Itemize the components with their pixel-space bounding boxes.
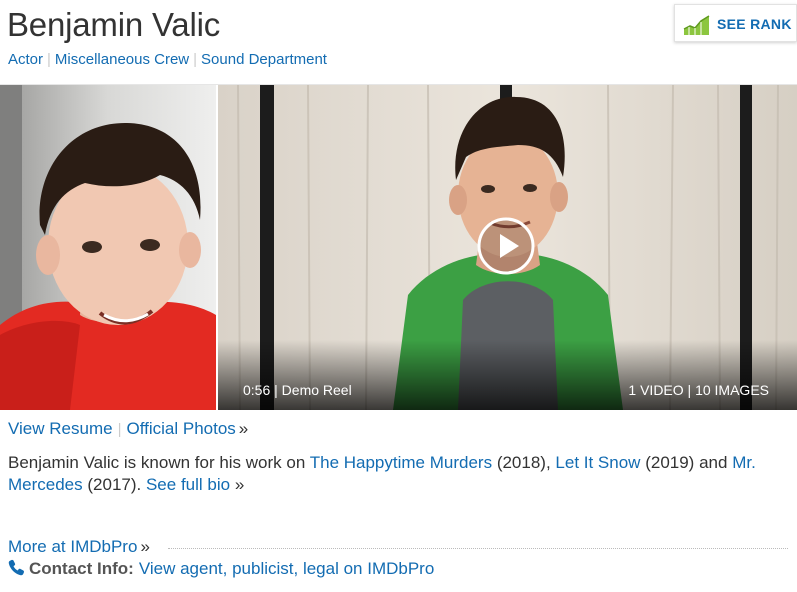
- video-duration-title: 0:56 | Demo Reel: [243, 382, 352, 398]
- bio-intro: Benjamin Valic is known for his work on: [8, 453, 306, 472]
- film-year: (2018): [496, 453, 546, 472]
- media-count: 1 VIDEO | 10 IMAGES: [628, 382, 769, 398]
- primary-photo[interactable]: [0, 85, 216, 410]
- bio-and: and: [699, 453, 728, 472]
- more-at-imdbpro: More at IMDbPro»: [8, 537, 150, 557]
- media-links: View Resume | Official Photos»: [8, 419, 248, 439]
- demo-reel-video[interactable]: 0:56 | Demo Reel 1 VIDEO | 10 IMAGES: [218, 85, 797, 410]
- raquo: »: [140, 537, 150, 556]
- video-title: Demo Reel: [281, 382, 352, 398]
- official-photos-link[interactable]: Official Photos: [126, 419, 235, 438]
- contact-info-label: Contact Info:: [29, 559, 134, 578]
- play-icon[interactable]: [477, 217, 535, 275]
- chart-up-icon: [683, 13, 710, 36]
- headshot-image: [0, 85, 216, 410]
- video-duration: 0:56: [243, 382, 271, 398]
- film-year: (2017): [87, 475, 137, 494]
- raquo: »: [234, 475, 245, 494]
- more-at-imdbpro-link[interactable]: More at IMDbPro: [8, 537, 137, 556]
- contact-info-link[interactable]: View agent, publicist, legal on IMDbPro: [139, 559, 434, 578]
- film-link[interactable]: The Happytime Murders: [310, 453, 492, 472]
- view-resume-link[interactable]: View Resume: [8, 419, 113, 438]
- see-full-bio-link[interactable]: See full bio: [146, 475, 230, 494]
- dotted-divider: [168, 548, 788, 549]
- bio-summary: Benjamin Valic is known for his work on …: [8, 453, 756, 494]
- video-caption-overlay: [218, 340, 797, 410]
- job-category-misc-crew[interactable]: Miscellaneous Crew: [55, 51, 189, 68]
- separator: |: [117, 421, 122, 438]
- see-rank-label: SEE RANK: [717, 16, 792, 32]
- film-year: (2019): [645, 453, 695, 472]
- separator: |: [47, 51, 51, 68]
- contact-info: Contact Info: View agent, publicist, lega…: [8, 559, 434, 579]
- separator: |: [193, 51, 198, 68]
- film-link[interactable]: Let It Snow: [555, 453, 640, 472]
- phone-icon: [8, 559, 25, 576]
- see-rank-button[interactable]: SEE RANK: [674, 4, 797, 42]
- job-categories: Actor | Miscellaneous Crew | Sound Departmen…: [8, 51, 327, 68]
- job-category-actor[interactable]: Actor: [8, 51, 43, 68]
- raquo: »: [238, 419, 249, 438]
- person-name: Benjamin Valic: [7, 6, 221, 43]
- job-category-sound-department[interactable]: Sound Department: [201, 51, 327, 68]
